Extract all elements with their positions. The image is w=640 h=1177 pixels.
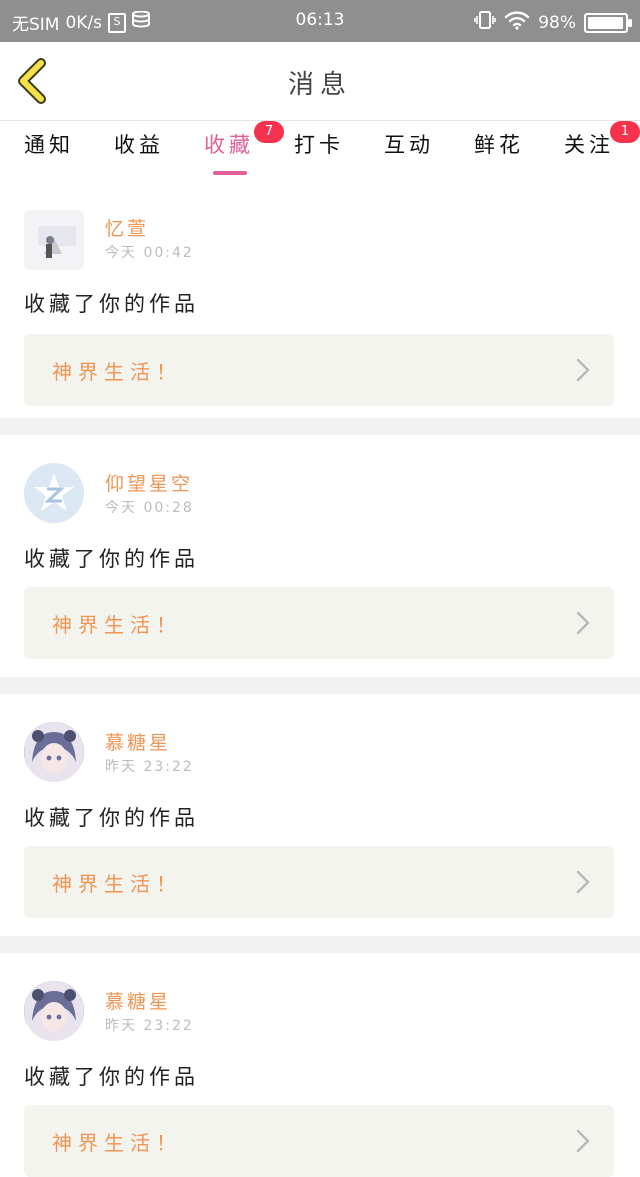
message-card: 忆萱 今天 00:42 收藏了你的作品 神界生活！ bbox=[0, 184, 640, 418]
avatar[interactable] bbox=[24, 210, 84, 270]
avatar[interactable] bbox=[24, 722, 84, 782]
tab-checkin[interactable]: 打卡 bbox=[274, 129, 364, 173]
tab-favorites[interactable]: 收藏 7 bbox=[184, 121, 284, 175]
anime-avatar-icon bbox=[24, 722, 84, 782]
tab-flowers[interactable]: 鲜花 bbox=[454, 129, 544, 173]
action-text: 收藏了你的作品 bbox=[24, 292, 199, 316]
work-title: 神界生活！ bbox=[52, 613, 182, 637]
message-card: 慕糖星 昨天 23:22 收藏了你的作品 神界生活！ bbox=[0, 953, 640, 1177]
timestamp: 昨天 23:22 bbox=[105, 1018, 194, 1034]
nav-header: 消息 bbox=[0, 42, 640, 121]
timestamp: 今天 00:42 bbox=[105, 245, 194, 261]
chevron-right-icon bbox=[576, 1129, 590, 1153]
username[interactable]: 慕糖星 bbox=[105, 987, 171, 1014]
work-link[interactable]: 神界生活！ bbox=[24, 846, 614, 918]
work-title: 神界生活！ bbox=[52, 872, 182, 896]
tab-interaction[interactable]: 互动 bbox=[364, 129, 454, 173]
action-text: 收藏了你的作品 bbox=[24, 806, 199, 830]
tab-earnings[interactable]: 收益 bbox=[94, 129, 184, 173]
work-link[interactable]: 神界生活！ bbox=[24, 587, 614, 659]
action-text: 收藏了你的作品 bbox=[24, 1065, 199, 1089]
photo-thumbnail-icon bbox=[24, 210, 84, 270]
tab-label: 鲜花 bbox=[474, 133, 524, 157]
avatar[interactable] bbox=[24, 981, 84, 1041]
message-card: 慕糖星 昨天 23:22 收藏了你的作品 神界生活！ bbox=[0, 694, 640, 936]
timestamp: 昨天 23:22 bbox=[105, 759, 194, 775]
status-right: 98% bbox=[474, 10, 632, 35]
username[interactable]: 仰望星空 bbox=[105, 469, 193, 496]
work-link[interactable]: 神界生活！ bbox=[24, 1105, 614, 1177]
section-divider bbox=[0, 418, 640, 435]
qq-logo-icon bbox=[24, 463, 84, 523]
tab-label: 通知 bbox=[24, 133, 74, 157]
avatar[interactable] bbox=[24, 463, 84, 523]
work-title: 神界生活！ bbox=[52, 1131, 182, 1155]
timestamp: 今天 00:28 bbox=[105, 500, 194, 516]
tab-label: 收益 bbox=[114, 133, 164, 157]
tab-bar: 通知 收益 收藏 7 打卡 互动 鲜花 关注 1 bbox=[0, 121, 640, 175]
username[interactable]: 忆萱 bbox=[105, 214, 149, 241]
wifi-icon bbox=[504, 10, 530, 35]
action-text: 收藏了你的作品 bbox=[24, 547, 199, 571]
tab-follows[interactable]: 关注 1 bbox=[544, 121, 640, 173]
chevron-right-icon bbox=[576, 358, 590, 382]
tab-notifications[interactable]: 通知 bbox=[4, 129, 94, 173]
section-divider bbox=[0, 936, 640, 953]
tab-label: 打卡 bbox=[294, 133, 344, 157]
page-title: 消息 bbox=[287, 70, 352, 100]
work-title: 神界生活！ bbox=[52, 360, 182, 384]
username[interactable]: 慕糖星 bbox=[105, 728, 171, 755]
vibrate-icon bbox=[474, 10, 497, 35]
section-divider bbox=[0, 677, 640, 694]
tab-label: 互动 bbox=[384, 133, 434, 157]
work-link[interactable]: 神界生活！ bbox=[24, 334, 614, 406]
chevron-right-icon bbox=[576, 611, 590, 635]
battery-icon bbox=[584, 12, 632, 33]
message-card: 仰望星空 今天 00:28 收藏了你的作品 神界生活！ bbox=[0, 435, 640, 677]
battery-percent: 98% bbox=[538, 12, 576, 33]
tab-label: 关注 bbox=[564, 133, 614, 157]
chevron-right-icon bbox=[576, 870, 590, 894]
active-tab-indicator bbox=[213, 171, 247, 175]
anime-avatar-icon bbox=[24, 981, 84, 1041]
unread-badge: 1 bbox=[610, 121, 640, 143]
tab-label: 收藏 bbox=[204, 133, 254, 157]
status-bar: 无SIM 0K/s S 06:13 98% bbox=[0, 0, 640, 42]
